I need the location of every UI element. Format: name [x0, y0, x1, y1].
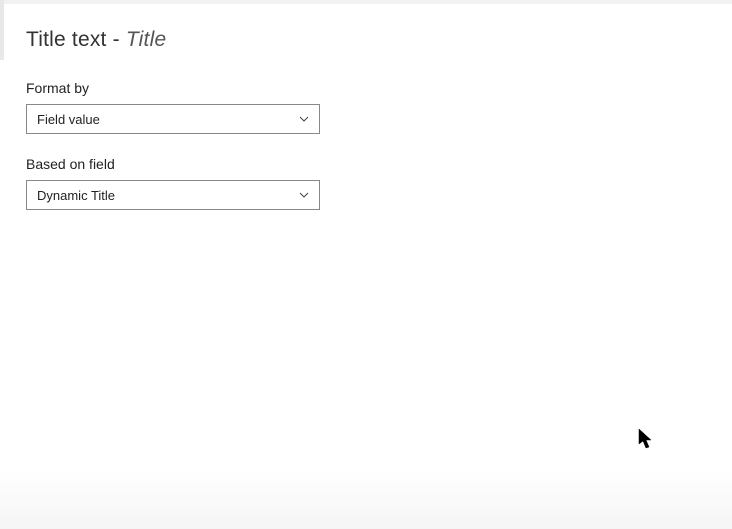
left-edge: [0, 0, 4, 60]
header-subtitle: Title: [126, 28, 167, 51]
based-on-field-group: Based on field Dynamic Title: [26, 156, 706, 210]
chevron-down-icon: [299, 114, 309, 124]
header-title: Title text: [26, 28, 107, 51]
based-on-field-value: Dynamic Title: [37, 188, 299, 203]
format-by-value: Field value: [37, 112, 299, 127]
header-separator: -: [107, 28, 126, 51]
mouse-cursor-icon: [638, 428, 654, 450]
format-by-label: Format by: [26, 80, 706, 96]
top-edge: [0, 0, 732, 4]
chevron-down-icon: [299, 190, 309, 200]
dialog-header: Title text - Title: [26, 28, 706, 52]
format-by-group: Format by Field value: [26, 80, 706, 134]
based-on-field-dropdown[interactable]: Dynamic Title: [26, 180, 320, 210]
based-on-field-label: Based on field: [26, 156, 706, 172]
format-by-dropdown[interactable]: Field value: [26, 104, 320, 134]
bottom-fade: [0, 469, 732, 529]
dialog-panel: Title text - Title Format by Field value…: [0, 0, 732, 260]
